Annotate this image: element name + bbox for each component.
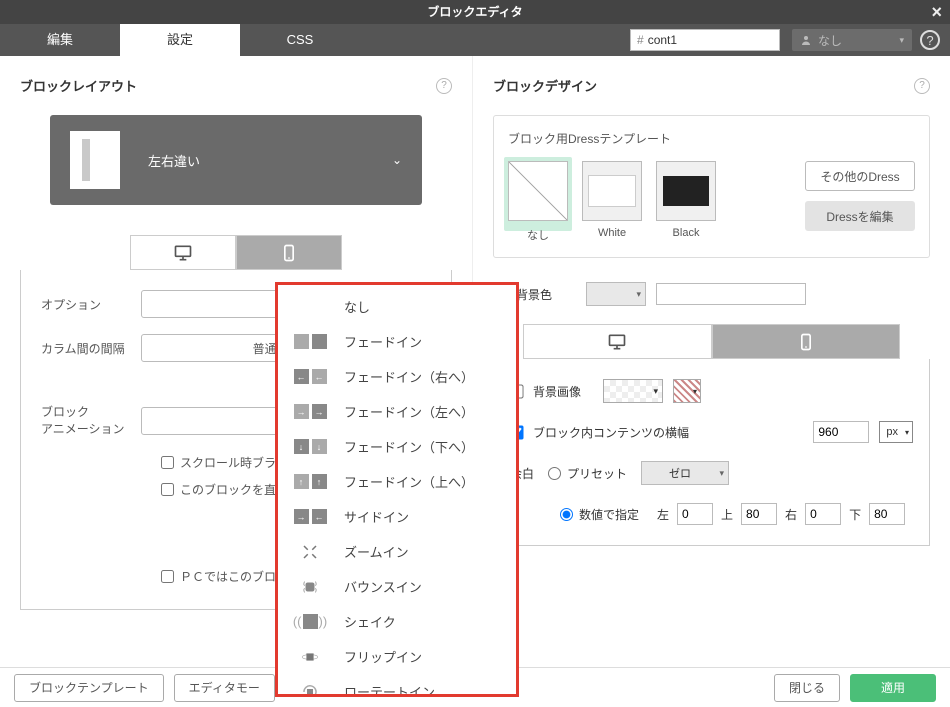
dress-template-box: ブロック用Dressテンプレート なし White Black その他のDres… (493, 115, 930, 258)
dress-item-white[interactable]: White (582, 161, 642, 239)
flip-icon (301, 648, 319, 666)
layout-thumbnail (70, 131, 120, 189)
window-title: ブロックエディタ (427, 5, 522, 19)
rotate-icon (301, 683, 319, 698)
apply-button[interactable]: 適用 (850, 674, 936, 702)
bgcolor-row: 背景色 ▾ (493, 282, 930, 306)
anim-item-fadein-right[interactable]: ←← フェードイン（右へ） (278, 359, 516, 394)
margin-top-input[interactable] (741, 503, 777, 525)
anim-item-fadein-down[interactable]: ↓↓ フェードイン（下へ） (278, 429, 516, 464)
anim-item-fadein[interactable]: フェードイン (278, 324, 516, 359)
pc-checkbox[interactable] (161, 570, 174, 583)
dress-item-none[interactable]: なし (508, 161, 568, 243)
chevron-down-icon: ⌄ (392, 153, 402, 167)
anim-item-flipin[interactable]: フリップイン (278, 639, 516, 674)
option-label: オプション (41, 296, 141, 313)
anim-item-zoomin[interactable]: ズームイン (278, 534, 516, 569)
block-layout-heading: ブロックレイアウト (20, 76, 137, 95)
mobile-icon (796, 332, 816, 352)
tab-css[interactable]: CSS (240, 24, 360, 56)
bgcolor-input[interactable] (656, 283, 806, 305)
animation-dropdown-menu: なし フェードイン ←← フェードイン（右へ） →→ フェードイン（左へ） ↓↓… (275, 282, 519, 697)
help-icon[interactable]: ? (920, 30, 940, 50)
bgimage-swatch[interactable]: ▾ (603, 379, 663, 403)
desktop-icon (607, 332, 627, 352)
anim-item-none[interactable]: なし (278, 289, 516, 324)
block-id-input[interactable]: # cont1 (630, 29, 780, 51)
anim-item-rotatein[interactable]: ローテートイン (278, 674, 516, 697)
top-none-dropdown[interactable]: なし ▾ (792, 29, 912, 51)
content-width-unit[interactable]: px▾ (879, 421, 913, 443)
design-help-icon[interactable]: ? (914, 78, 930, 94)
layout-help-icon[interactable]: ? (436, 78, 452, 94)
hash-icon: # (637, 33, 644, 47)
design-device-tab-mobile[interactable] (712, 324, 901, 358)
column-gap-label: カラム間の間隔 (41, 340, 141, 357)
dress-edit-button[interactable]: Dressを編集 (805, 201, 915, 231)
bgimage-label: 背景画像 (533, 383, 593, 400)
desktop-icon (173, 243, 193, 263)
layout-type-select[interactable]: 左右違い ⌄ (50, 115, 422, 205)
scroll-checkbox[interactable] (161, 456, 174, 469)
block-animation-label: ブロック アニメーション (41, 404, 141, 438)
mobile-icon (279, 243, 299, 263)
layout-type-label: 左右違い (148, 151, 392, 170)
block-design-heading: ブロックデザイン (493, 76, 597, 95)
bgimage-pattern[interactable]: ▾ (673, 379, 701, 403)
margin-bottom-input[interactable] (869, 503, 905, 525)
close-icon[interactable]: × (931, 0, 942, 24)
tab-edit[interactable]: 編集 (0, 24, 120, 56)
anim-item-bouncein[interactable]: バウンスイン (278, 569, 516, 604)
block-id-value: cont1 (648, 33, 677, 47)
anim-item-sidein[interactable]: →← サイドイン (278, 499, 516, 534)
margin-numeric-radio[interactable]: 数値で指定 (560, 506, 639, 523)
device-tab-mobile[interactable] (236, 235, 342, 269)
design-options-fieldset: 背景画像 ▾ ▾ ブロック内コンテンツの横幅 px▾ 余白 プリセット ゼロ▾ (493, 359, 930, 546)
dress-other-button[interactable]: その他のDress (805, 161, 915, 191)
bgcolor-select[interactable]: ▾ (586, 282, 646, 306)
content-width-input[interactable] (813, 421, 869, 443)
device-tab-desktop[interactable] (130, 235, 236, 269)
margin-right-input[interactable] (805, 503, 841, 525)
top-tab-bar: 編集 設定 CSS # cont1 なし ▾ ? (0, 24, 950, 56)
content-width-label: ブロック内コンテンツの横幅 (533, 424, 689, 441)
anim-item-fadein-left[interactable]: →→ フェードイン（左へ） (278, 394, 516, 429)
person-icon (800, 34, 812, 46)
titlebar: ブロックエディタ × (0, 0, 950, 24)
direct-checkbox[interactable] (161, 483, 174, 496)
editor-mode-button[interactable]: エディタモー (174, 674, 275, 702)
dress-item-black[interactable]: Black (656, 161, 716, 239)
margin-preset-radio[interactable]: プリセット (548, 465, 627, 482)
margin-left-input[interactable] (677, 503, 713, 525)
zoom-icon (301, 543, 319, 561)
design-device-tab-desktop[interactable] (523, 324, 712, 358)
tab-settings[interactable]: 設定 (120, 24, 240, 56)
bounce-icon (301, 578, 319, 596)
bgcolor-label: 背景色 (516, 286, 576, 303)
close-button[interactable]: 閉じる (774, 674, 840, 702)
block-template-button[interactable]: ブロックテンプレート (14, 674, 164, 702)
anim-item-fadein-up[interactable]: ↑↑ フェードイン（上へ） (278, 464, 516, 499)
anim-item-shake[interactable]: (()) シェイク (278, 604, 516, 639)
pane-block-design: ブロックデザイン ? ブロック用Dressテンプレート なし White Bla… (472, 56, 950, 667)
dress-template-heading: ブロック用Dressテンプレート (508, 130, 915, 147)
margin-preset-select[interactable]: ゼロ▾ (641, 461, 729, 485)
